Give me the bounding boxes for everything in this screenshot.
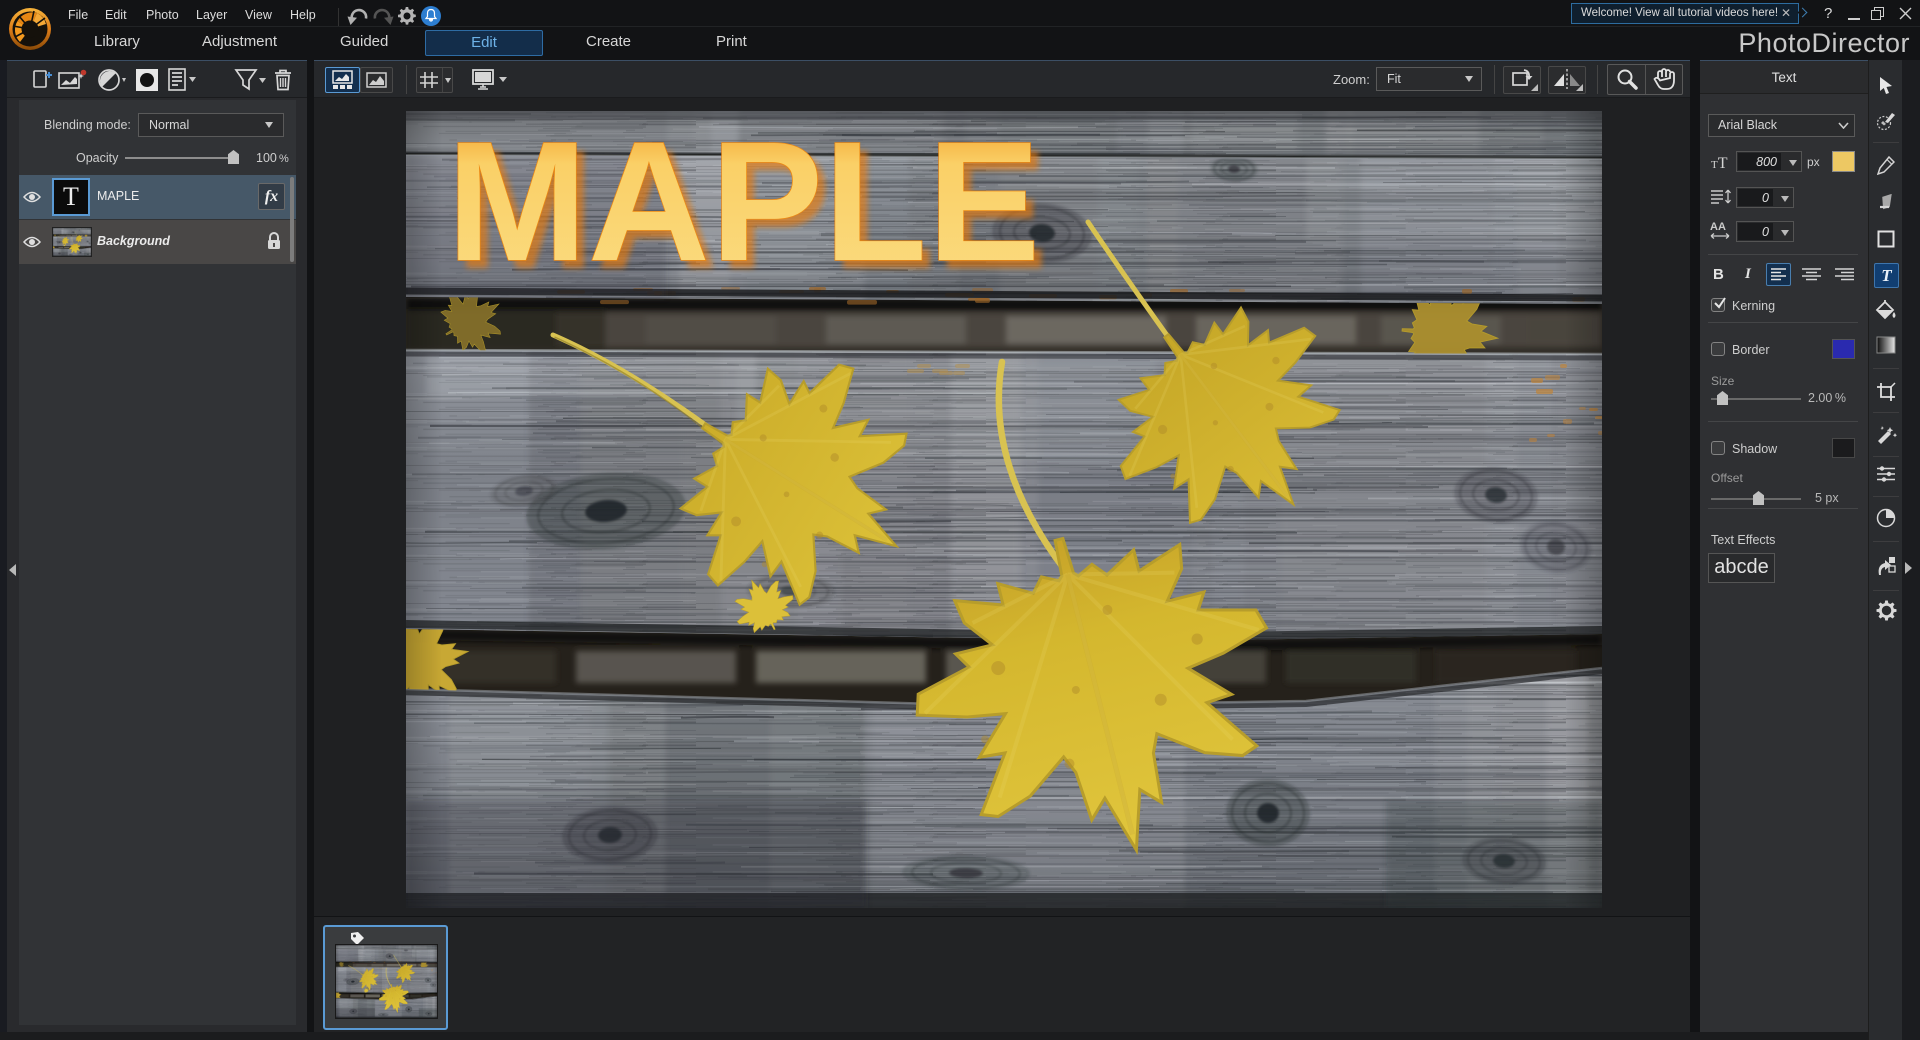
svg-text:AA: AA — [1710, 221, 1726, 233]
svg-text:MAPLE: MAPLE — [447, 111, 1041, 297]
